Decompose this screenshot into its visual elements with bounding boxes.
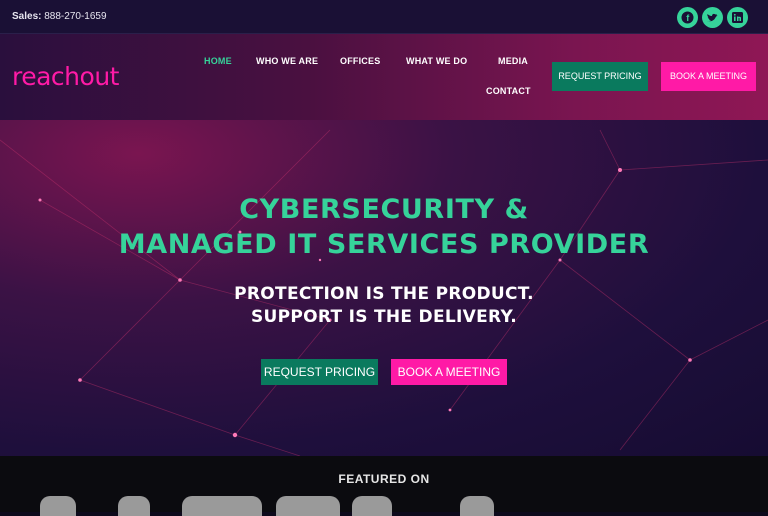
linkedin-icon[interactable] [727,7,748,28]
site-header: reachout HOME WHO WE ARE OFFICES WHAT WE… [0,34,768,120]
media-logo-5 [352,496,392,516]
sales-contact: Sales: 888-270-1659 [12,11,107,22]
featured-title: FEATURED ON [338,472,430,486]
media-logo-4 [276,496,340,516]
hero-subtitle-line1: PROTECTION IS THE PRODUCT. [234,284,534,304]
hero-subtitle-line2: SUPPORT IS THE DELIVERY. [250,307,518,327]
hero-title-line2: MANAGED IT SERVICES PROVIDER [118,229,650,260]
nav-home[interactable]: HOME [204,56,232,66]
hero-book-meeting-button[interactable]: BOOK A MEETING [391,359,507,385]
top-bar: Sales: 888-270-1659 f [0,0,768,34]
media-logo-1 [40,496,76,516]
nav-what-we-do[interactable]: WHAT WE DO [406,56,467,66]
media-logo-6 [460,496,494,516]
header-request-pricing-button[interactable]: REQUEST PRICING [552,62,648,91]
nav-contact[interactable]: CONTACT [486,86,531,96]
nav-who-we-are[interactable]: WHO WE ARE [256,56,318,66]
social-links: f [677,7,748,28]
media-logo-2 [118,496,150,516]
facebook-icon[interactable]: f [677,7,698,28]
featured-on-section: FEATURED ON [0,456,768,516]
nav-media[interactable]: MEDIA [498,56,528,66]
header-book-meeting-button[interactable]: BOOK A MEETING [661,62,756,91]
nav-offices[interactable]: OFFICES [340,56,380,66]
twitter-icon[interactable] [702,7,723,28]
hero-title-line1: CYBERSECURITY & [239,194,529,225]
hero-section: CYBERSECURITY & MANAGED IT SERVICES PROV… [0,120,768,456]
sales-phone-link[interactable]: 888-270-1659 [44,11,106,22]
hero-request-pricing-button[interactable]: REQUEST PRICING [261,359,378,385]
reachout-logo[interactable]: reachout [12,62,119,91]
media-logo-3 [182,496,262,516]
sales-label: Sales: [12,11,42,22]
